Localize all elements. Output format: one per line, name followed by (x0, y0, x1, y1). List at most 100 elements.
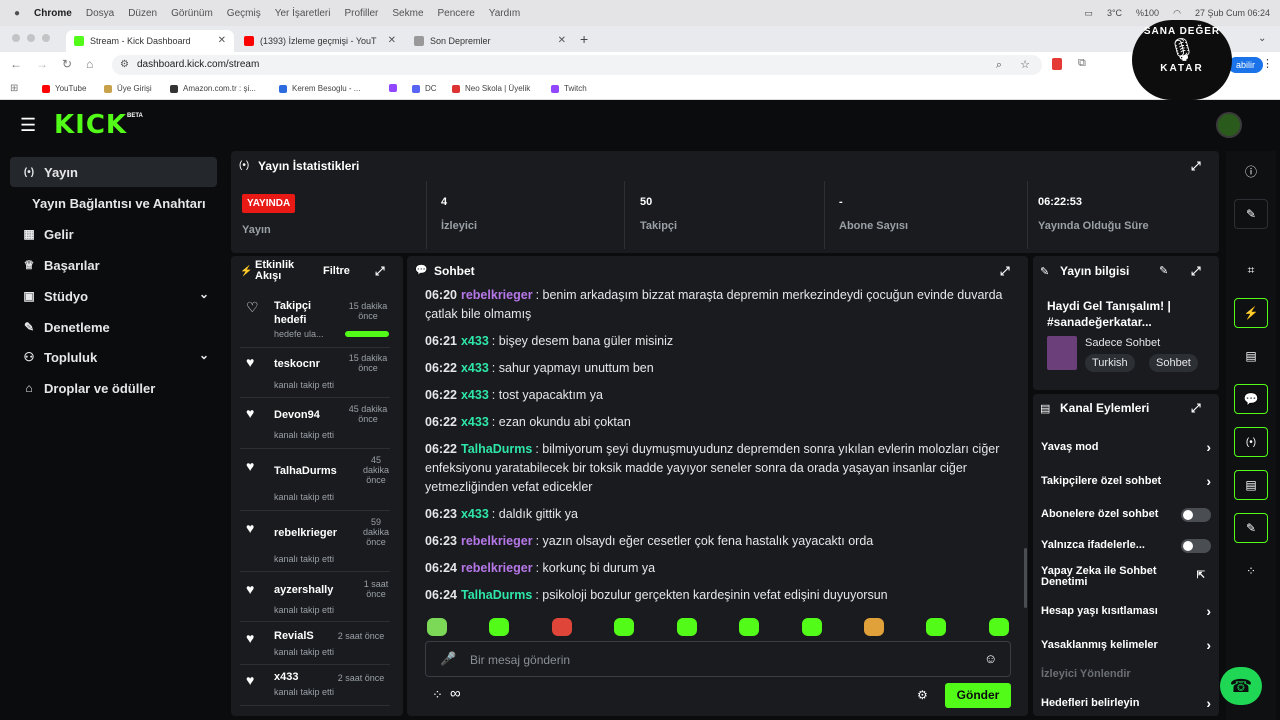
emote-icon[interactable] (926, 618, 946, 636)
back-icon[interactable]: ← (10, 57, 22, 71)
new-tab-icon[interactable]: + (580, 31, 588, 47)
emotes-only-toggle[interactable] (1181, 539, 1211, 553)
message-username[interactable]: x433 (461, 361, 489, 375)
bookmark-twitch[interactable]: Twitch (551, 84, 587, 93)
bookmark-amazon[interactable]: Amazon.com.tr : şi... (170, 84, 256, 93)
bookmark-neo-skola[interactable]: Neo Skola | Üyelik (452, 84, 530, 93)
menu-item[interactable]: Düzen (128, 8, 157, 19)
tab-search-icon[interactable]: ⌄ (1258, 33, 1266, 44)
sidebar-item-yayin[interactable]: (•) Yayın (10, 157, 217, 187)
list-item[interactable]: ♥ teskocnr 15 dakika önce kanalı takip e… (240, 352, 392, 396)
tag-badge[interactable]: Sohbet (1149, 354, 1198, 372)
list-item[interactable]: ♥ rebelkrieger 59 dakika önce kanalı tak… (240, 516, 392, 570)
apple-icon[interactable]: ● (14, 8, 20, 19)
bookmark-kerem[interactable]: Kerem Besoglu - ... (279, 84, 360, 93)
chat-message[interactable]: 06:24 rebelkrieger: korkunç bi durum ya (425, 559, 1015, 578)
edit-icon[interactable]: ✎ (1234, 199, 1268, 229)
tab-youtube-history[interactable]: (1393) İzleme geçmişi - YouT ✕ (236, 30, 404, 52)
screenshot-icon[interactable]: ⌗ (1234, 255, 1268, 285)
category-name[interactable]: Sadece Sohbet (1085, 337, 1160, 349)
zoom-icon[interactable]: ⌕ (996, 55, 1002, 75)
menu-item[interactable]: Dosya (86, 8, 114, 19)
chat-icon[interactable]: 💬 (1234, 384, 1268, 414)
bookmark-youtube[interactable]: YouTube (42, 84, 86, 93)
tab-kick-dashboard[interactable]: Stream - Kick Dashboard ✕ (66, 30, 234, 52)
edit-pencil-icon[interactable]: ✎ (1159, 264, 1168, 277)
chat-message[interactable]: 06:22 x433: tost yapacaktım ya (425, 386, 1015, 405)
apps-grid-icon[interactable]: ⊞ (10, 83, 18, 94)
window-minimize-dot[interactable] (27, 34, 35, 42)
action-banned-words[interactable]: Yasaklanmış kelimeler › (1041, 637, 1211, 655)
action-set-goals[interactable]: Hedefleri belirleyin › (1041, 695, 1211, 713)
chat-message[interactable]: 06:20 rebelkrieger: benim arkadaşım bizza… (425, 286, 1015, 324)
wifi-icon[interactable]: ◠ (1173, 8, 1181, 19)
message-username[interactable]: TalhaDurms (461, 588, 532, 602)
forward-icon[interactable]: → (36, 57, 48, 71)
chat-message[interactable]: 06:22 TalhaDurms: bilmiyorum şeyi duymuşm… (425, 440, 1015, 497)
more-menu-icon[interactable]: ⋮ (1262, 57, 1273, 70)
sidebar-item-droplar[interactable]: ⌂ Droplar ve ödüller (10, 373, 217, 403)
message-username[interactable]: x433 (461, 507, 489, 521)
kick-points-icon[interactable]: ⁘ (432, 687, 443, 703)
chat-message[interactable]: 06:22 x433: sahur yapmayı unuttum ben (425, 359, 1015, 378)
reload-icon[interactable]: ↻ (62, 57, 72, 71)
infinity-icon[interactable]: ∞ (450, 685, 461, 702)
channel-actions-icon[interactable]: ▤ (1234, 470, 1268, 500)
list-item[interactable]: ♡ Takipçi hedefi 15 dakika önce hedefe u… (240, 298, 392, 343)
menu-item[interactable]: Görünüm (171, 8, 213, 19)
message-username[interactable]: rebelkrieger (461, 534, 533, 548)
info-icon[interactable]: ⓘ (1234, 156, 1268, 186)
emote-icon[interactable] (802, 618, 822, 636)
menu-item[interactable]: Geçmiş (227, 8, 261, 19)
action-account-age[interactable]: Hesap yaşı kısıtlaması › (1041, 603, 1211, 621)
close-icon[interactable]: ✕ (388, 35, 396, 46)
list-item[interactable]: ♥ Devon94 45 dakika önce kanalı takip et… (240, 403, 392, 447)
sidebar-item-topluluk[interactable]: ⚇ Topluluk ⌄ (10, 342, 217, 372)
microphone-icon[interactable]: 🎤 (440, 651, 456, 667)
expand-icon[interactable]: ⤢ (1191, 401, 1201, 416)
emote-icon[interactable] (614, 618, 634, 636)
sidebar-item-studyo[interactable]: ▣ Stüdyo ⌄ (10, 281, 217, 311)
menu-item[interactable]: Pencere (438, 8, 475, 19)
filter-button[interactable]: Filtre (323, 265, 350, 277)
menu-item[interactable]: Profiller (344, 8, 378, 19)
sidebar-item-stream-key[interactable]: Yayın Bağlantısı ve Anahtarı (10, 188, 225, 218)
emote-icon[interactable] (989, 618, 1009, 636)
emote-icon[interactable] (864, 618, 884, 636)
expand-icon[interactable]: ⤢ (1191, 159, 1201, 174)
close-icon[interactable]: ✕ (558, 35, 566, 46)
list-item[interactable]: ♥ RevialS 2 saat önce kanalı takip etti (240, 628, 392, 668)
lightning-icon[interactable]: ⚡ (1234, 298, 1268, 328)
category-thumbnail[interactable] (1047, 336, 1077, 370)
send-button[interactable]: Gönder (945, 683, 1011, 708)
expand-icon[interactable]: ⤢ (375, 264, 385, 279)
tab-son-depremler[interactable]: Son Depremler ✕ (406, 30, 574, 52)
screen-icon[interactable]: ▭ (1084, 8, 1093, 19)
avatar[interactable] (1216, 112, 1242, 138)
chat-message[interactable]: 06:24 TalhaDurms: psikoloji bozulur gerçe… (425, 586, 1015, 605)
site-info-icon[interactable]: ⚙ (120, 55, 129, 75)
message-username[interactable]: x433 (461, 415, 489, 429)
chat-message[interactable]: 06:22 x433: ezan okundu abi çoktan (425, 413, 1015, 432)
emoji-icon[interactable]: ☺ (984, 651, 997, 666)
weather-text[interactable]: 3°C (1107, 8, 1122, 18)
sidebar-item-basarilar[interactable]: ♕ Başarılar (10, 250, 217, 280)
kick-logo[interactable]: KICK (54, 110, 127, 140)
list-item[interactable]: ♥ TalhaDurms 45 dakika önce kanalı takip… (240, 454, 392, 508)
menu-item[interactable]: Yardım (489, 8, 521, 19)
menu-app-name[interactable]: Chrome (34, 8, 72, 19)
message-username[interactable]: x433 (461, 388, 489, 402)
emote-icon[interactable] (739, 618, 759, 636)
window-close-dot[interactable] (12, 34, 20, 42)
message-username[interactable]: TalhaDurms (461, 442, 532, 456)
battery-text[interactable]: %100 (1136, 8, 1159, 18)
action-emotes-only[interactable]: Yalnızca ifadelerle... (1041, 539, 1211, 555)
list-item[interactable]: ♥ x433 2 saat önce kanalı takip etti (240, 670, 392, 710)
tag-badge[interactable]: Turkish (1085, 354, 1135, 372)
emote-icon[interactable] (677, 618, 697, 636)
action-subscribers-only[interactable]: Abonelere özel sohbet (1041, 508, 1211, 524)
message-username[interactable]: rebelkrieger (461, 288, 533, 302)
message-username[interactable]: x433 (461, 334, 489, 348)
address-field[interactable]: ⚙ dashboard.kick.com/stream ⌕ ☆ (112, 55, 1042, 75)
emote-icon[interactable] (427, 618, 447, 636)
